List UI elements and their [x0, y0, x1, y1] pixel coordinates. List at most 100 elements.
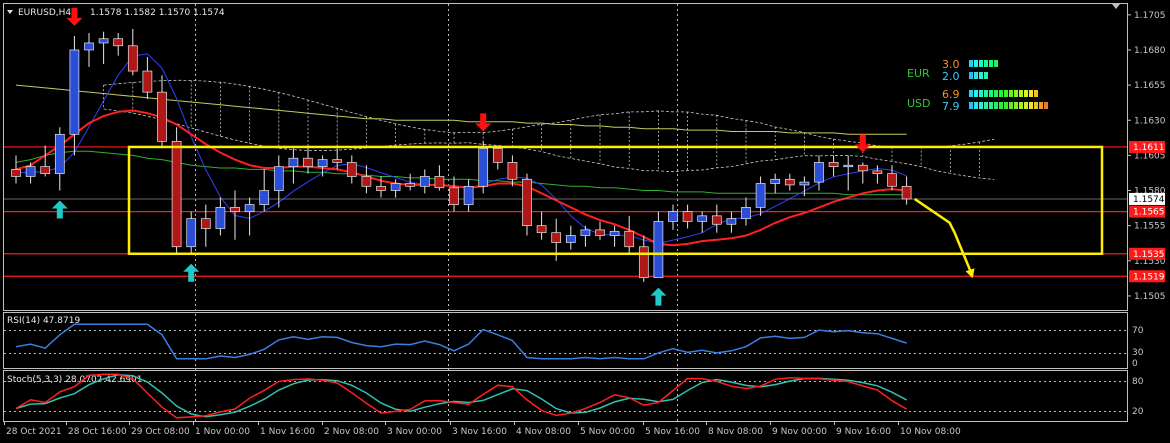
candle-body [390, 183, 401, 191]
usd-bar-b-segment [979, 102, 983, 109]
time-tick-label: 3 Nov 16:00 [452, 427, 507, 437]
rsi-tick-0: 0 [1132, 359, 1138, 369]
chart-window[interactable]: 1.1705 1.1680 1.1655 1.1630 1.1605 1.1580 1.15… [0, 0, 1170, 443]
candle-body [288, 157, 299, 167]
stoch-tick-20: 20 [1132, 407, 1144, 417]
rsi-tick-70: 70 [1132, 326, 1144, 336]
candle-body [142, 70, 153, 93]
time-tick-label: 1 Nov 16:00 [260, 427, 315, 437]
candle-body [215, 207, 226, 229]
eur-bar-a-segment [979, 60, 983, 67]
candle-body [843, 164, 854, 168]
eur-bar-a-segment [974, 60, 978, 67]
candle-body [200, 218, 211, 229]
time-tick-label: 28 Oct 2021 [6, 427, 62, 437]
candle-body [113, 38, 124, 47]
usd-bar-a-segment [974, 90, 978, 97]
candle-body [332, 159, 343, 163]
candle-body [171, 140, 182, 248]
rsi-tick-30: 30 [1132, 348, 1144, 358]
candle-body [419, 176, 430, 187]
usd-label: USD [907, 97, 931, 110]
currency-strength-panel: EUR 3.0 2.0 USD 6.9 7.9 [907, 58, 1048, 113]
candle-body [711, 215, 722, 225]
chart-header: EURUSD,H4 1.1578 1.1582 1.1570 1.1574 [7, 8, 225, 18]
level-price-label: 1.1519 [1133, 272, 1165, 282]
candle-body [828, 162, 839, 167]
candle-body [463, 185, 474, 205]
candle-body [478, 148, 489, 187]
candle-body [653, 221, 664, 279]
candle-body [565, 235, 576, 243]
panel-collapse-icon[interactable] [1112, 4, 1120, 9]
candle-body [872, 170, 883, 175]
sell-signal-arrow [854, 134, 871, 153]
usd-bar-b-segment [1034, 102, 1038, 109]
candle-body [492, 148, 503, 163]
forecast-arrow [913, 197, 975, 279]
price-tick-label: 1.1680 [1134, 46, 1166, 56]
candle-body [449, 187, 459, 205]
chart-menu-icon[interactable] [7, 10, 13, 14]
usd-bar-b-segment [974, 102, 978, 109]
time-tick-label: 9 Nov 16:00 [836, 427, 891, 437]
candle-body [522, 178, 532, 227]
symbol-timeframe: EURUSD,H4 [18, 8, 71, 18]
usd-bar-a-segment [1009, 90, 1013, 97]
candle-body [230, 207, 240, 212]
candle-body [580, 229, 591, 236]
candle-body [624, 230, 635, 248]
candle-body [668, 211, 678, 222]
level-price-label: 1.1535 [1133, 250, 1165, 260]
usd-bar-a-segment [1024, 90, 1028, 97]
usd-bar-b-segment [1004, 102, 1008, 109]
usd-bar-a-segment [969, 90, 973, 97]
level-price-label: 1.1611 [1133, 143, 1165, 153]
eur-label: EUR [907, 67, 930, 80]
candle-body [741, 207, 751, 219]
usd-bar-b-segment [969, 102, 973, 109]
usd-bar-a-segment [1029, 90, 1033, 97]
candle-body [887, 173, 897, 187]
candle-body [273, 166, 284, 191]
candle-body [40, 166, 51, 175]
eur-bar-b-segment [984, 72, 988, 79]
usd-bar-a-segment [979, 90, 983, 97]
time-tick-label: 1 Nov 00:00 [195, 427, 250, 437]
candle-body [682, 211, 693, 222]
usd-bar-b-segment [994, 102, 998, 109]
rsi-panel-frame [3, 312, 1128, 369]
time-tick-label: 4 Nov 08:00 [516, 427, 571, 437]
time-tick-label: 8 Nov 08:00 [708, 427, 763, 437]
candle-body [551, 232, 562, 243]
price-tick-label: 1.1655 [1134, 81, 1166, 91]
candle-body [595, 229, 605, 236]
eur-value-b: 2.0 [942, 70, 960, 83]
candle-body [755, 183, 766, 208]
time-tick-label: 2 Nov 08:00 [324, 427, 379, 437]
candle-body [346, 162, 357, 177]
usd-bar-a-segment [989, 90, 993, 97]
candle-body [84, 42, 94, 51]
candle-body [127, 45, 138, 72]
chart-canvas[interactable]: 1.17051.16801.16551.16301.16051.15801.15… [0, 0, 1170, 443]
usd-bar-a-segment [1014, 90, 1018, 97]
candle-body [799, 181, 810, 186]
rsi-panel: RSI(14) 47.8719 70 30 0 [4, 316, 1144, 369]
usd-bar-b-segment [1029, 102, 1033, 109]
candle-body [405, 183, 416, 187]
ma-green-line [15, 150, 907, 196]
stoch-title: Stoch(5,3,3) 28.0702 42.6901 [7, 375, 142, 385]
level-price-label: 1.1565 [1133, 208, 1165, 218]
candle-body [244, 204, 255, 212]
candle-body [901, 185, 912, 200]
eur-bar-a-segment [984, 60, 988, 67]
candle-body [638, 246, 649, 279]
time-tick-label: 5 Nov 16:00 [645, 427, 700, 437]
usd-bar-b-segment [1014, 102, 1018, 109]
buy-signal-arrow [183, 263, 200, 282]
candle-body [536, 225, 547, 234]
usd-bar-a-segment [1004, 90, 1008, 97]
eur-bar-a-segment [969, 60, 973, 67]
usd-bar-b-segment [989, 102, 993, 109]
